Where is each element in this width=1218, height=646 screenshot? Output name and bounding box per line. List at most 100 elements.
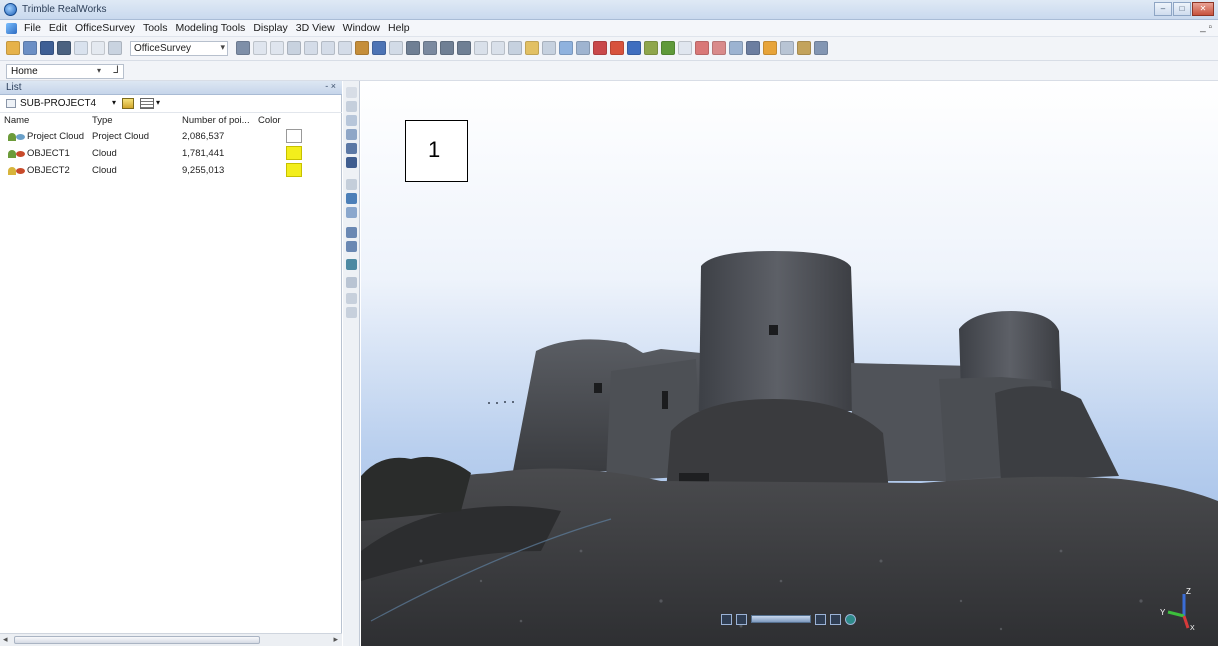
column-color[interactable]: Color <box>258 115 281 126</box>
flag-icon[interactable] <box>610 41 624 55</box>
list-item[interactable]: OBJECT2 Cloud 9,255,013 <box>0 163 342 178</box>
zoom-icon[interactable] <box>491 41 505 55</box>
menu-help[interactable]: Help <box>388 22 410 34</box>
zoom-out-icon[interactable] <box>346 241 357 252</box>
project-selector[interactable]: SUB-PROJECT4 ▾ ▾ <box>0 95 342 113</box>
scroll-thumb[interactable] <box>14 636 260 644</box>
walk-icon[interactable] <box>542 41 556 55</box>
menu-window[interactable]: Window <box>343 22 380 34</box>
tree-expand-icon[interactable] <box>8 150 16 158</box>
mode-combo[interactable]: OfficeSurvey ▾ <box>130 41 228 56</box>
grid-icon[interactable] <box>661 41 675 55</box>
menu-display[interactable]: Display <box>253 22 287 34</box>
next-icon[interactable] <box>815 613 826 625</box>
zoom-selection-icon[interactable] <box>346 207 357 218</box>
sample-icon[interactable] <box>321 41 335 55</box>
top-view-icon[interactable] <box>346 129 357 140</box>
front-view-icon[interactable] <box>346 143 357 154</box>
workflow-combo[interactable]: Home ▾ ⅃ <box>6 64 124 79</box>
rotate-icon[interactable] <box>346 115 357 126</box>
new-folder-icon[interactable] <box>122 98 134 109</box>
maximize-button[interactable]: □ <box>1173 2 1191 16</box>
save-icon[interactable] <box>40 41 54 55</box>
orbit-icon[interactable] <box>508 41 522 55</box>
pin-icon[interactable]: ⅃ <box>113 65 119 76</box>
list-item[interactable]: OBJECT1 Cloud 1,781,441 <box>0 146 342 161</box>
print-icon[interactable] <box>57 41 71 55</box>
side-view-icon[interactable] <box>346 157 357 168</box>
pan-icon[interactable] <box>346 277 357 288</box>
align-icon[interactable] <box>253 41 267 55</box>
unlink-icon[interactable] <box>712 41 726 55</box>
render-icon[interactable] <box>406 41 420 55</box>
limit-box-icon[interactable] <box>389 41 403 55</box>
3d-viewport[interactable]: 1 Z Y X <box>361 81 1218 646</box>
walk-icon[interactable] <box>346 293 357 304</box>
pointer-icon[interactable] <box>346 87 357 98</box>
zoom-all-icon[interactable] <box>346 193 357 204</box>
redo-icon[interactable] <box>91 41 105 55</box>
fence-icon[interactable] <box>346 101 357 112</box>
properties-icon[interactable] <box>23 41 37 55</box>
shading-icon[interactable] <box>457 41 471 55</box>
menu-file[interactable]: File <box>24 22 41 34</box>
intensity-icon[interactable] <box>440 41 454 55</box>
menu-3d-view[interactable]: 3D View <box>296 22 335 34</box>
play-icon[interactable] <box>845 613 856 625</box>
link-icon[interactable] <box>695 41 709 55</box>
chevron-down-icon[interactable]: ▾ <box>112 98 116 107</box>
segment-icon[interactable] <box>304 41 318 55</box>
image-icon[interactable] <box>576 41 590 55</box>
menu-tools[interactable]: Tools <box>143 22 168 34</box>
target-icon[interactable] <box>593 41 607 55</box>
list-item[interactable]: Project Cloud Project Cloud 2,086,537 <box>0 129 342 144</box>
undo-icon[interactable] <box>74 41 88 55</box>
color-icon[interactable] <box>423 41 437 55</box>
list-view-icon[interactable] <box>140 98 154 109</box>
dot-icon[interactable] <box>678 41 692 55</box>
tree-expand-icon[interactable] <box>8 167 16 175</box>
register-icon[interactable] <box>270 41 284 55</box>
filter-icon[interactable] <box>287 41 301 55</box>
open-icon[interactable] <box>6 41 20 55</box>
report-icon[interactable] <box>814 41 828 55</box>
minimize-button[interactable]: – <box>1154 2 1172 16</box>
layers-icon[interactable] <box>797 41 811 55</box>
mesh-icon[interactable] <box>355 41 369 55</box>
previous-icon[interactable] <box>736 613 747 625</box>
playback-slider[interactable] <box>751 615 811 623</box>
menu-officesurvey[interactable]: OfficeSurvey <box>75 22 135 34</box>
scroll-left-icon[interactable]: ◂ <box>3 634 8 645</box>
export-icon[interactable] <box>372 41 386 55</box>
zoom-extents-icon[interactable] <box>474 41 488 55</box>
column-name[interactable]: Name <box>4 115 29 126</box>
project-name[interactable]: SUB-PROJECT4 <box>20 98 96 109</box>
zoom-in-icon[interactable] <box>346 227 357 238</box>
cut-plane-icon[interactable] <box>746 41 760 55</box>
mdi-restore-button[interactable]: _ ▫ <box>1200 22 1212 33</box>
close-button[interactable]: ✕ <box>1192 2 1214 16</box>
color-swatch[interactable] <box>286 129 302 143</box>
scroll-right-icon[interactable]: ▸ <box>333 634 338 645</box>
pencil-icon[interactable] <box>627 41 641 55</box>
last-frame-icon[interactable] <box>830 613 841 625</box>
first-frame-icon[interactable] <box>721 613 732 625</box>
orbit-icon[interactable] <box>346 259 357 270</box>
clean-icon[interactable] <box>338 41 352 55</box>
select-icon[interactable] <box>108 41 122 55</box>
color-swatch[interactable] <box>286 146 302 160</box>
panel-close-icon[interactable]: - × <box>325 81 336 91</box>
column-type[interactable]: Type <box>92 115 113 126</box>
color-swatch[interactable] <box>286 163 302 177</box>
warning-icon[interactable] <box>763 41 777 55</box>
info-icon[interactable] <box>780 41 794 55</box>
menu-edit[interactable]: Edit <box>49 22 67 34</box>
station-icon[interactable] <box>559 41 573 55</box>
menu-modeling-tools[interactable]: Modeling Tools <box>175 22 245 34</box>
chevron-down-icon[interactable]: ▾ <box>156 98 160 107</box>
zoom-window-icon[interactable] <box>346 179 357 190</box>
survey-icon[interactable] <box>644 41 658 55</box>
fly-icon[interactable] <box>346 307 357 318</box>
measure-icon[interactable] <box>236 41 250 55</box>
pan-icon[interactable] <box>525 41 539 55</box>
